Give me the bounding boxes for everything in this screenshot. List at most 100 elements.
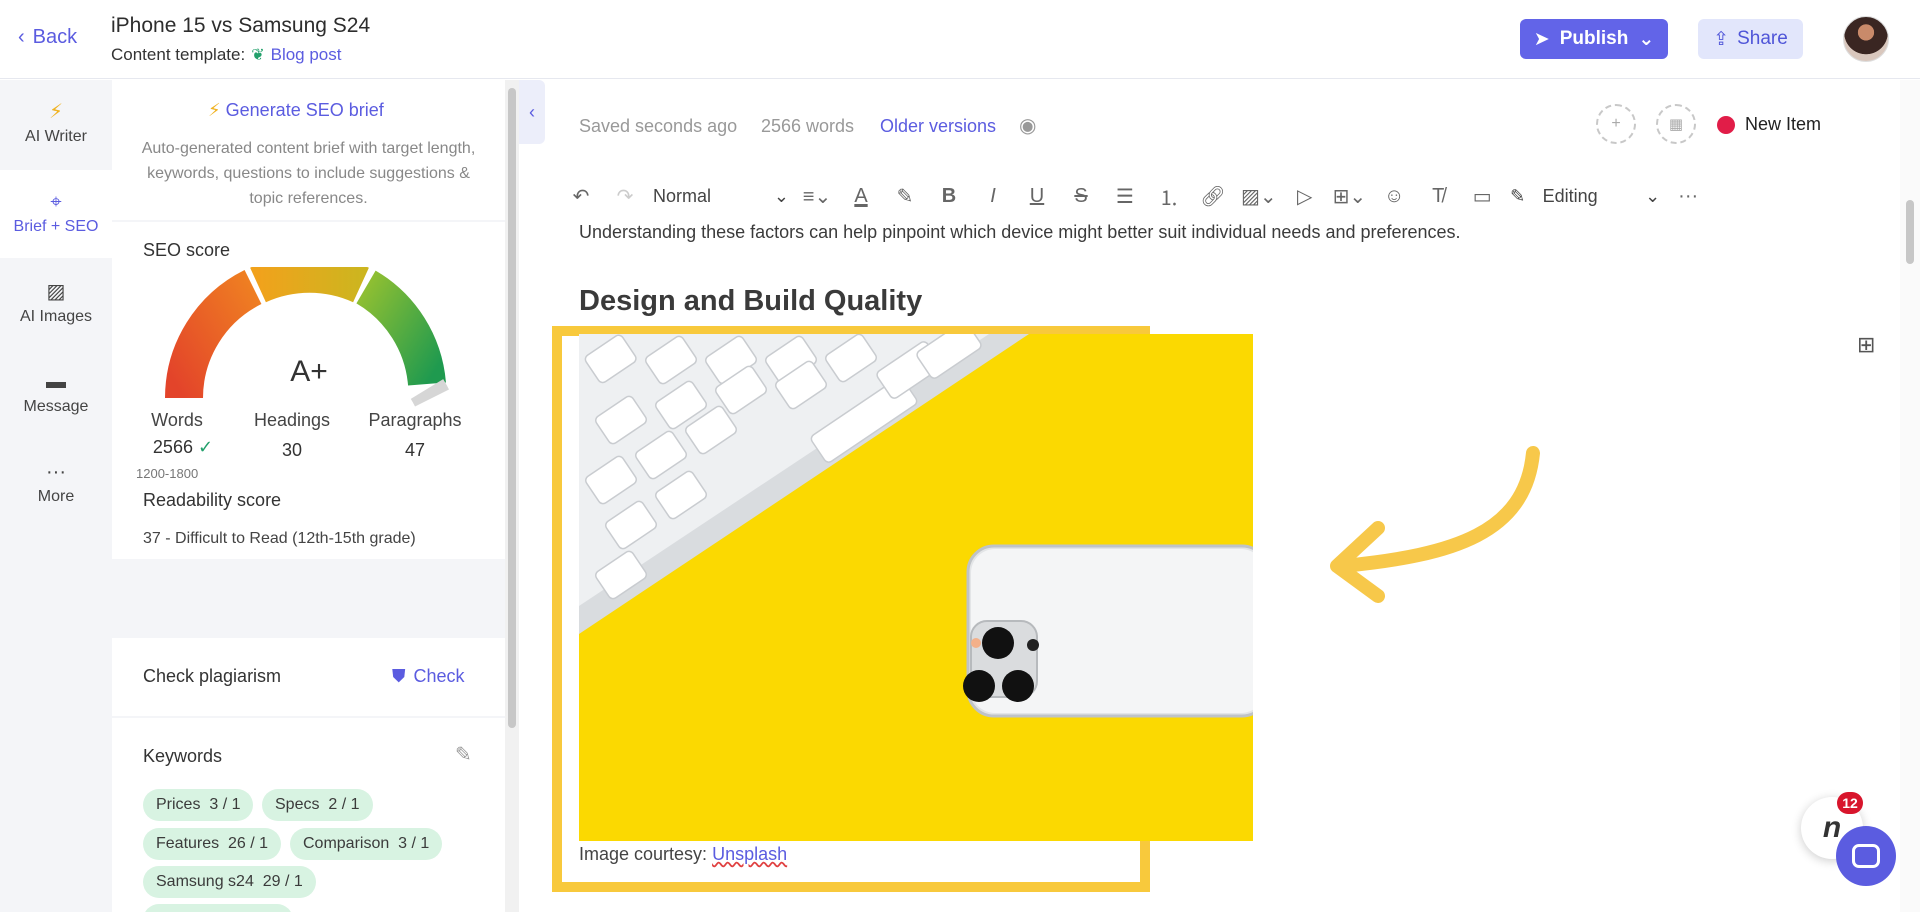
caption-link[interactable]: Unsplash [712, 844, 787, 864]
arrow-annotation [1330, 446, 1540, 603]
clear-format-icon[interactable]: T̸ [1422, 180, 1454, 212]
text-style-select[interactable]: Normal ⌄ [653, 180, 789, 212]
publish-button[interactable]: ➤ Publish ⌄ [1520, 19, 1668, 59]
article-image[interactable] [579, 334, 1253, 841]
words-label: Words [151, 410, 203, 430]
underline-icon[interactable]: U [1021, 180, 1053, 212]
chevron-left-icon: ‹ [529, 101, 535, 122]
numbered-list-icon[interactable]: ⒈ [1153, 180, 1185, 212]
user-avatar[interactable] [1843, 16, 1889, 62]
rail-item-ai-images[interactable]: ▨ AI Images [0, 260, 112, 348]
more-icon: ··· [46, 461, 66, 483]
rail-item-brief-seo[interactable]: ⌖ Brief + SEO [0, 170, 112, 258]
keyword-name: Comparison [303, 835, 390, 852]
keyword-name: Samsung s24 [156, 873, 254, 890]
highlight-icon[interactable]: ✎ [889, 180, 921, 212]
chevron-down-icon[interactable]: ⌄ [1638, 28, 1654, 51]
editor-scrollbar[interactable] [1900, 80, 1920, 912]
keyword-tag[interactable]: Specs 2 / 1 [262, 789, 373, 821]
check-plagiarism-button[interactable]: ⛊ Check [392, 666, 465, 687]
paragraphs-label: Paragraphs [368, 410, 462, 430]
pencil-icon[interactable]: ✎ [455, 742, 472, 767]
rail-item-message[interactable]: ▬ Message [0, 350, 112, 438]
bullet-list-icon[interactable]: ☰ [1109, 180, 1141, 212]
scrollbar-thumb[interactable] [1906, 200, 1914, 264]
chat-launcher-button[interactable] [1836, 826, 1896, 886]
more-options-icon[interactable]: ··· [1672, 180, 1704, 212]
table-icon[interactable]: ⊞⌄ [1333, 180, 1367, 212]
italic-icon[interactable]: I [977, 180, 1009, 212]
rail-label: More [37, 488, 75, 505]
headings-label: Headings [253, 410, 331, 430]
add-collaborator-icon[interactable]: + [1596, 104, 1636, 144]
seo-brief-description: Auto-generated content brief with target… [141, 140, 476, 207]
check-icon: ✓ [197, 437, 214, 457]
editor-area: Saved seconds ago 2566 words Older versi… [545, 80, 1900, 912]
panel-scrollbar[interactable] [505, 80, 519, 912]
calendar-icon[interactable]: ▦ [1656, 104, 1696, 144]
keyword-tag[interactable] [143, 904, 293, 912]
readability-value: 37 - Difficult to Read (12th-15th grade) [143, 530, 416, 547]
word-count: 2566 words [761, 116, 855, 136]
play-icon[interactable]: ▷ [1289, 180, 1321, 212]
template-link[interactable]: Blog post [271, 45, 342, 65]
keyword-tag[interactable]: Features 26 / 1 [143, 828, 282, 860]
template-label: Content template: [111, 45, 246, 64]
older-versions-link[interactable]: Older versions [880, 116, 996, 137]
document-title: iPhone 15 vs Samsung S24 [111, 14, 371, 37]
eye-icon[interactable]: ◉ [1019, 113, 1036, 138]
leaf-icon: ❦ [251, 47, 265, 64]
words-range: 1200-1800 [136, 466, 199, 481]
strikethrough-icon[interactable]: S [1065, 180, 1097, 212]
align-icon[interactable]: ≡⌄ [801, 180, 833, 212]
scrollbar-thumb[interactable] [508, 88, 516, 728]
keyword-count: 3 / 1 [398, 835, 430, 852]
seo-brief-card: ⚡ Generate SEO brief Auto-generated cont… [112, 80, 505, 220]
link-icon[interactable]: 🔗︎ [1197, 180, 1229, 212]
share-button[interactable]: ⇪ Share [1698, 19, 1803, 59]
plagiarism-title: Check plagiarism [143, 666, 282, 686]
bold-icon[interactable]: B [933, 180, 965, 212]
comment-icon[interactable]: ▭ [1466, 180, 1498, 212]
mode-value: Editing [1542, 185, 1598, 206]
rail-label: AI Images [19, 308, 93, 325]
back-button[interactable]: ‹ Back [18, 26, 77, 49]
add-comment-icon[interactable]: ⊞ [1857, 332, 1875, 358]
emoji-icon[interactable]: ☺ [1378, 180, 1410, 212]
headings-value: 30 [281, 440, 303, 460]
keyword-tag[interactable]: Prices 3 / 1 [143, 789, 254, 821]
saved-status: Saved seconds ago [579, 116, 738, 136]
keyword-name: Specs [275, 796, 320, 813]
status-dot [1717, 115, 1735, 134]
paragraph-text[interactable]: Understanding these factors can help pin… [579, 222, 1461, 243]
chevron-down-icon: ⌄ [1645, 185, 1661, 206]
keyboard-phone-photo [579, 334, 1253, 841]
redo-icon[interactable]: ↷ [609, 180, 641, 212]
rail-item-ai-writer[interactable]: ⚡ AI Writer [0, 80, 112, 168]
seo-brief-label: Generate SEO brief [225, 100, 384, 120]
seo-score-card: SEO score A+ Words 2566 ✓ 1200-1800 Head… [112, 222, 505, 559]
back-label: Back [32, 26, 78, 48]
collapse-panel-button[interactable]: ‹ [519, 80, 545, 144]
keywords-card: Keywords ✎ Prices 3 / 1 Specs 2 / 1 Feat… [112, 718, 505, 912]
keyword-tag[interactable]: Comparison 3 / 1 [290, 828, 443, 860]
seo-score-gauge [165, 267, 449, 407]
image-caption: Image courtesy: Unsplash [579, 844, 787, 865]
status-selector[interactable]: New Item [1717, 114, 1821, 135]
section-heading[interactable]: Design and Build Quality [579, 285, 922, 318]
keyword-count: 3 / 1 [209, 796, 241, 813]
pencil-icon: ✎ [1510, 185, 1526, 206]
keyword-count: 2 / 1 [328, 796, 360, 813]
font-color-icon[interactable]: A [845, 180, 877, 212]
insert-image-icon[interactable]: ▨⌄ [1241, 180, 1277, 212]
chat-icon: ▬ [46, 371, 66, 393]
status-label: New Item [1745, 114, 1822, 134]
shield-icon: ⛊ [392, 666, 406, 686]
generate-seo-brief-button[interactable]: ⚡ Generate SEO brief [208, 100, 384, 121]
notification-badge: 12 [1837, 792, 1863, 814]
rail-label: Brief + SEO [13, 218, 99, 235]
rail-item-more[interactable]: ··· More [0, 440, 112, 528]
keyword-tag[interactable]: Samsung s24 29 / 1 [143, 866, 316, 898]
mode-select[interactable]: ✎ Editing ⌄ [1510, 180, 1660, 212]
undo-icon[interactable]: ↶ [565, 180, 597, 212]
